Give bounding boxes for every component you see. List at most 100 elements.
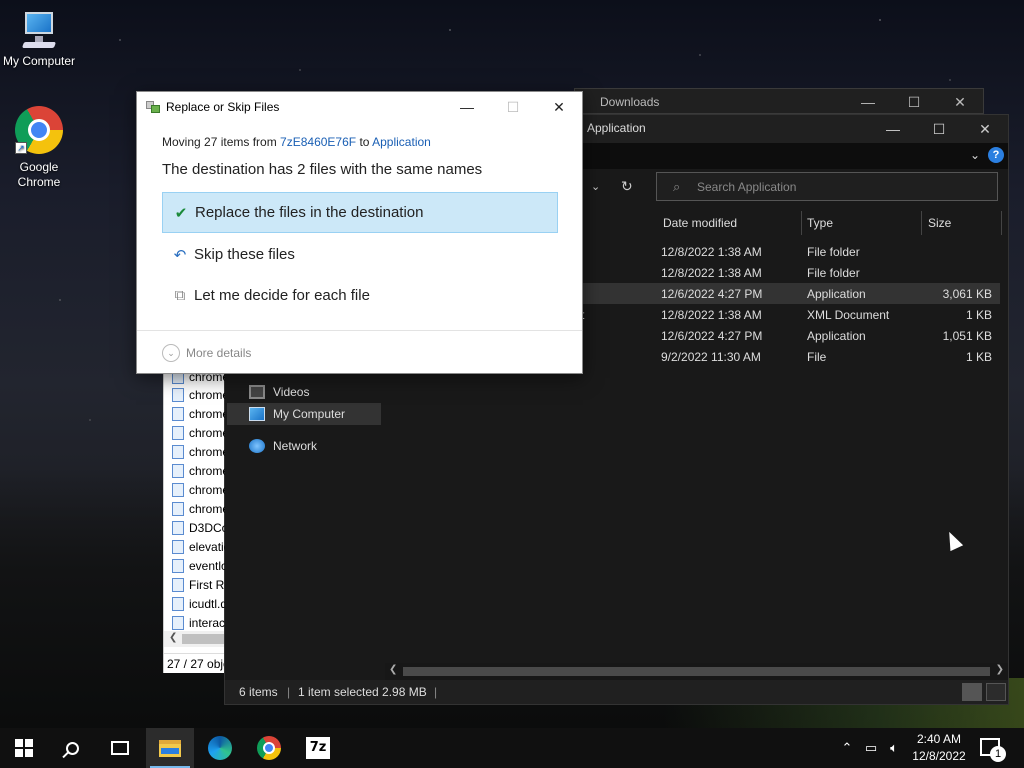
chrome-taskbar-button[interactable]	[245, 728, 293, 768]
destination-folder-link[interactable]: Application	[372, 135, 431, 149]
minimize-button[interactable]: —	[444, 92, 490, 122]
skip-arrow-icon: ↶	[173, 246, 187, 264]
dialog-title: Replace or Skip Files	[166, 100, 280, 114]
list-item[interactable]: elevatio	[172, 537, 225, 556]
maximize-button: ☐	[506, 98, 520, 115]
decide-each-file-option[interactable]: ⧉ Let me decide for each file	[162, 275, 558, 316]
help-icon[interactable]: ?	[988, 147, 1004, 163]
source-explorer-window[interactable]: chrome chrome chrome chrome chrome chrom…	[163, 369, 225, 673]
file-explorer-taskbar-button[interactable]	[146, 728, 194, 768]
list-item[interactable]: chrome	[172, 499, 225, 518]
show-hidden-icons-button[interactable]: ⌃	[838, 728, 856, 768]
desktop-icon-google-chrome[interactable]: ↗ Google Chrome	[1, 106, 77, 190]
maximize-button[interactable]: ☐	[916, 115, 962, 143]
list-item[interactable]: chrome	[172, 442, 225, 461]
more-details-toggle[interactable]: ⌄ More details	[162, 344, 251, 362]
file-icon	[172, 577, 184, 592]
file-icon	[172, 387, 184, 402]
computer-icon	[19, 10, 59, 52]
nav-item-network[interactable]: Network	[227, 435, 381, 457]
scroll-thumb[interactable]	[182, 634, 224, 644]
chevron-down-icon[interactable]: ⌄	[591, 180, 600, 193]
nav-item-my-computer[interactable]: My Computer	[227, 403, 381, 425]
clock[interactable]: 2:40 AM 12/8/2022	[907, 731, 971, 765]
shortcut-arrow-icon: ↗	[15, 142, 27, 154]
speaker-icon: 🔈︎	[890, 740, 898, 755]
source-folder-link[interactable]: 7zE8460E76F	[280, 135, 356, 149]
chrome-icon	[257, 736, 281, 760]
list-item[interactable]: chrome	[172, 404, 225, 423]
network-tray-icon[interactable]: ▭	[860, 728, 882, 768]
close-button[interactable]: ✕	[937, 89, 983, 115]
search-button[interactable]	[48, 728, 96, 768]
expand-ribbon-icon[interactable]: ⌄	[970, 148, 980, 162]
list-item[interactable]: chrome	[172, 385, 225, 404]
list-item[interactable]: interac	[172, 613, 225, 632]
column-header-size[interactable]: Size	[928, 216, 951, 230]
nav-item-videos[interactable]: Videos	[227, 381, 381, 403]
column-header-date[interactable]: Date modified	[663, 216, 737, 230]
list-item[interactable]: icudtl.d	[172, 594, 225, 613]
scroll-left-icon[interactable]: ❮	[389, 664, 397, 675]
replace-skip-dialog[interactable]: Replace or Skip Files — ☐ ✕ Moving 27 it…	[136, 91, 583, 374]
chrome-icon: ↗	[15, 106, 63, 154]
list-item[interactable]: eventlo	[172, 556, 225, 575]
scroll-left-icon[interactable]: ❮	[169, 632, 177, 643]
list-item[interactable]: chrome	[172, 423, 225, 442]
large-icons-view-button[interactable]	[986, 683, 1006, 701]
file-icon	[172, 444, 184, 459]
task-view-button[interactable]	[96, 728, 144, 768]
moving-summary: Moving 27 items from 7zE8460E76F to Appl…	[162, 135, 431, 149]
desktop-icon-label: Google Chrome	[17, 160, 61, 189]
file-icon	[172, 482, 184, 497]
replace-files-option[interactable]: ✔ Replace the files in the destination	[162, 192, 558, 233]
desktop-icon-my-computer[interactable]: My Computer	[1, 10, 77, 68]
7zip-taskbar-button[interactable]: 7z	[294, 728, 342, 768]
computer-icon	[249, 407, 265, 421]
search-input[interactable]: ⌕ Search Application	[656, 172, 998, 201]
horizontal-scrollbar[interactable]: ❮	[164, 631, 224, 647]
file-icon	[172, 520, 184, 535]
status-bar: 27 / 27 obje	[164, 653, 224, 673]
refresh-icon[interactable]: ↻	[621, 178, 633, 195]
list-item[interactable]: D3DCo	[172, 518, 225, 537]
nav-item-label: Videos	[273, 385, 310, 399]
videos-icon	[249, 385, 265, 399]
nav-item-label: My Computer	[273, 407, 346, 421]
list-item[interactable]: chrome	[172, 480, 225, 499]
checkmark-icon: ✔	[174, 204, 188, 222]
file-icon	[172, 558, 184, 573]
dialog-heading: The destination has 2 files with the sam…	[162, 161, 483, 178]
list-item[interactable]: First Ru	[172, 575, 225, 594]
close-button[interactable]: ✕	[962, 115, 1008, 143]
compare-files-icon: ⧉	[174, 287, 186, 304]
windows-logo-icon	[15, 739, 33, 757]
taskbar: 7z ⌃ ▭ 🔈︎ 2:40 AM 12/8/2022 1	[0, 728, 1024, 768]
list-item[interactable]: chrome	[172, 461, 225, 480]
scroll-right-icon[interactable]: ❯	[996, 664, 1004, 675]
file-icon	[172, 406, 184, 421]
chevron-down-icon: ⌄	[162, 344, 180, 362]
column-header-type[interactable]: Type	[807, 216, 833, 230]
skip-files-option[interactable]: ↶ Skip these files	[162, 234, 558, 275]
divider	[137, 330, 582, 331]
window-title: Application	[587, 121, 646, 135]
network-icon: ▭	[864, 740, 878, 755]
close-button[interactable]: ✕	[536, 92, 582, 122]
maximize-button[interactable]: ☐	[891, 89, 937, 115]
edge-taskbar-button[interactable]	[196, 728, 244, 768]
start-button[interactable]	[0, 728, 48, 768]
downloads-window[interactable]: Downloads — ☐ ✕	[574, 88, 984, 114]
horizontal-scrollbar[interactable]: ❮ ❯	[385, 663, 1008, 680]
volume-tray-icon[interactable]: 🔈︎	[884, 728, 904, 768]
window-title: Downloads	[600, 95, 660, 109]
file-icon	[172, 425, 184, 440]
nav-item-label: Network	[273, 439, 318, 453]
minimize-button[interactable]: —	[870, 115, 916, 143]
edge-icon	[208, 736, 232, 760]
notification-count-badge: 1	[990, 746, 1006, 762]
scroll-thumb[interactable]	[403, 667, 990, 676]
file-icon	[172, 539, 184, 554]
details-view-button[interactable]	[962, 683, 982, 701]
minimize-button[interactable]: —	[845, 89, 891, 115]
